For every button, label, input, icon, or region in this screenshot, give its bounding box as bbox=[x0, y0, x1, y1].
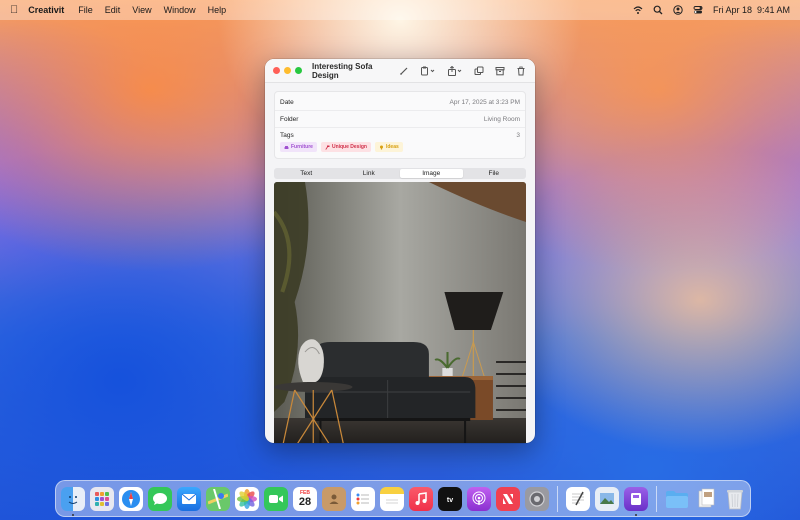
messages-icon[interactable] bbox=[148, 486, 172, 511]
spotlight-search-icon[interactable] bbox=[653, 5, 663, 15]
notes-icon[interactable] bbox=[380, 486, 404, 511]
tab-link[interactable]: Link bbox=[338, 169, 401, 178]
metadata-card: Date Apr 17, 2025 at 3:23 PM Folder Livi… bbox=[274, 91, 526, 159]
textedit-icon[interactable] bbox=[566, 486, 590, 511]
window-title: Interesting Sofa Design bbox=[312, 61, 373, 80]
folder-value[interactable]: Living Room bbox=[484, 116, 520, 123]
user-account-icon[interactable] bbox=[673, 5, 683, 15]
archive-button[interactable] bbox=[494, 65, 506, 77]
calendar-day: 28 bbox=[298, 495, 312, 508]
tag-label: Ideas bbox=[385, 144, 399, 150]
menu-bar:  Creativit File Edit View Window Help F… bbox=[0, 0, 800, 20]
wifi-icon[interactable] bbox=[633, 5, 643, 15]
mail-icon[interactable] bbox=[177, 486, 201, 511]
duplicate-button[interactable] bbox=[473, 65, 485, 77]
maps-icon[interactable] bbox=[206, 486, 230, 511]
hammer-icon bbox=[325, 145, 330, 150]
documents-icon[interactable] bbox=[694, 487, 718, 511]
tab-image[interactable]: Image bbox=[400, 169, 463, 178]
podcasts-icon[interactable] bbox=[467, 486, 491, 511]
sofa-photo bbox=[274, 182, 526, 443]
archive-box-icon bbox=[495, 66, 505, 75]
tv-icon[interactable]: tv bbox=[438, 486, 462, 511]
tag-label: Unique Design bbox=[331, 144, 367, 150]
trash-icon bbox=[517, 66, 525, 75]
close-window-button[interactable] bbox=[273, 67, 280, 74]
date-row: Date Apr 17, 2025 at 3:23 PM bbox=[275, 94, 525, 111]
note-window: Interesting Sofa Design Date Apr 17, 202… bbox=[265, 59, 535, 443]
menu-help[interactable]: Help bbox=[208, 5, 227, 15]
clock[interactable]: Fri Apr 18 9:41 AM bbox=[713, 5, 790, 15]
preview-icon[interactable] bbox=[595, 486, 619, 511]
content-type-tabs: Text Link Image File bbox=[274, 168, 526, 179]
calendar-icon[interactable]: FEB 28 bbox=[293, 486, 317, 511]
title-bar: Interesting Sofa Design bbox=[265, 59, 535, 83]
date-value[interactable]: Apr 17, 2025 at 3:23 PM bbox=[450, 99, 520, 106]
photos-icon[interactable] bbox=[235, 486, 259, 511]
control-center-icon[interactable] bbox=[693, 5, 703, 15]
music-icon[interactable] bbox=[409, 486, 433, 511]
tags-label: Tags bbox=[280, 132, 294, 139]
app-menu[interactable]: Creativit bbox=[28, 5, 64, 15]
tab-text[interactable]: Text bbox=[275, 169, 338, 178]
menu-edit[interactable]: Edit bbox=[105, 5, 121, 15]
tag-unique-design[interactable]: Unique Design bbox=[320, 142, 371, 152]
safari-icon[interactable] bbox=[119, 486, 143, 511]
news-icon[interactable] bbox=[496, 486, 520, 511]
tag-list: Furniture Unique Design Ideas bbox=[280, 142, 520, 152]
contacts-icon[interactable] bbox=[322, 486, 346, 511]
tab-file[interactable]: File bbox=[463, 169, 526, 178]
running-indicator bbox=[72, 513, 74, 516]
svg-text:tv: tv bbox=[447, 497, 453, 504]
duplicate-icon bbox=[474, 66, 484, 75]
share-menu-button[interactable] bbox=[446, 65, 464, 77]
zoom-window-button[interactable] bbox=[295, 67, 302, 74]
dock-separator bbox=[656, 485, 657, 512]
folder-row: Folder Living Room bbox=[275, 111, 525, 128]
clipboard-icon bbox=[421, 66, 435, 75]
date-label: Date bbox=[280, 98, 294, 106]
apple-menu-icon[interactable]:  bbox=[10, 4, 18, 16]
attached-image[interactable] bbox=[274, 182, 526, 443]
creativit-icon[interactable] bbox=[624, 486, 648, 516]
dock-separator bbox=[557, 485, 558, 512]
settings-icon[interactable] bbox=[525, 486, 549, 511]
launchpad-icon[interactable] bbox=[90, 486, 114, 511]
running-indicator bbox=[635, 513, 637, 516]
clipboard-menu-button[interactable] bbox=[419, 65, 437, 77]
edit-pencil-button[interactable] bbox=[398, 65, 410, 77]
tag-ideas[interactable]: Ideas bbox=[374, 142, 403, 152]
note-content: Date Apr 17, 2025 at 3:23 PM Folder Livi… bbox=[265, 83, 535, 443]
folder-label: Folder bbox=[280, 115, 299, 123]
tag-label: Furniture bbox=[291, 144, 313, 150]
lightbulb-icon bbox=[379, 145, 383, 149]
finder-icon[interactable] bbox=[61, 486, 85, 516]
pencil-icon bbox=[399, 67, 408, 75]
trash-icon[interactable] bbox=[723, 487, 747, 511]
tags-count: 3 bbox=[516, 132, 520, 139]
facetime-icon[interactable] bbox=[264, 486, 288, 511]
tag-furniture[interactable]: Furniture bbox=[280, 142, 317, 152]
menu-view[interactable]: View bbox=[132, 5, 151, 15]
sofa-icon bbox=[284, 145, 289, 149]
minimize-window-button[interactable] bbox=[284, 67, 291, 74]
menu-window[interactable]: Window bbox=[164, 5, 196, 15]
dock: FEB 28 tv bbox=[55, 480, 751, 517]
folder-icon[interactable] bbox=[665, 487, 689, 511]
share-icon bbox=[448, 65, 462, 76]
reminders-icon[interactable] bbox=[351, 486, 375, 511]
delete-button[interactable] bbox=[515, 65, 527, 77]
tags-section: Tags 3 Furniture Unique Design Ideas bbox=[275, 128, 525, 156]
menu-file[interactable]: File bbox=[78, 5, 93, 15]
